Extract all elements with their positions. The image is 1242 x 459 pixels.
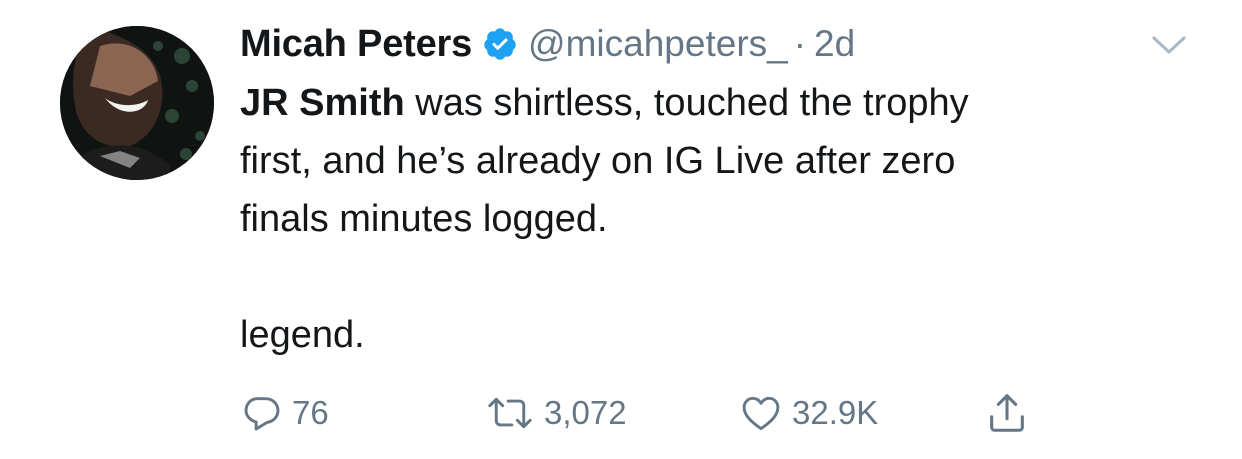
like-count: 32.9K <box>792 394 879 431</box>
share-icon <box>990 394 1024 432</box>
share-button[interactable] <box>984 388 1030 438</box>
verified-badge-icon <box>482 26 518 62</box>
heart-icon <box>742 396 780 431</box>
chevron-down-icon[interactable] <box>1148 30 1190 60</box>
tweet-actions: 76 3,072 32.9K <box>240 388 1060 438</box>
retweet-button[interactable]: 3,072 <box>484 388 627 438</box>
timestamp[interactable]: 2d <box>814 23 855 65</box>
separator-dot: · <box>793 23 807 64</box>
like-button[interactable]: 32.9K <box>738 388 878 438</box>
reply-icon <box>244 397 280 431</box>
mention-name[interactable]: JR Smith <box>240 82 405 124</box>
tweet-text-line-3: finals minutes logged. <box>240 198 608 240</box>
tweet-text-line-1: JR Smith was shirtless, touched the trop… <box>240 74 1200 132</box>
tweet-header: Micah Peters @micahpeters_ · 2d <box>240 18 855 70</box>
tweet-text-line-1-rest: was shirtless, touched the trophy <box>404 82 969 124</box>
avatar-image <box>60 26 214 180</box>
retweet-count: 3,072 <box>544 394 627 431</box>
avatar[interactable] <box>60 26 214 180</box>
reply-count: 76 <box>292 394 329 431</box>
tweet-text: JR Smith was shirtless, touched the trop… <box>240 74 1200 364</box>
display-name[interactable]: Micah Peters <box>240 23 472 66</box>
tweet-text-line-4: legend. <box>240 314 365 356</box>
retweet-icon <box>488 397 532 429</box>
handle[interactable]: @micahpeters_ <box>528 23 788 65</box>
reply-button[interactable]: 76 <box>240 388 329 438</box>
tweet-text-line-2: first, and he’s already on IG Live after… <box>240 140 956 182</box>
